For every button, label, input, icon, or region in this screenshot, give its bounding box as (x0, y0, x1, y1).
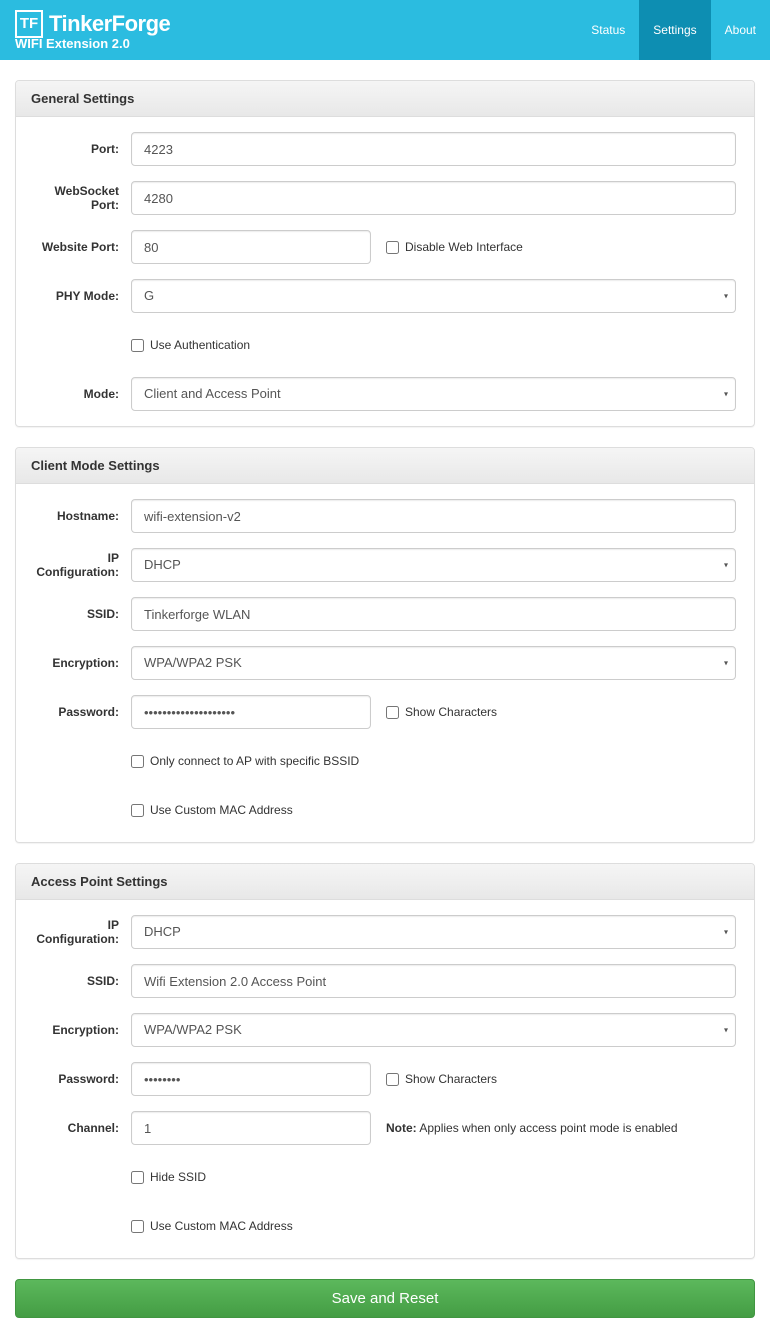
brand: TF TinkerForge WIFI Extension 2.0 (15, 6, 170, 55)
client-ssid-input[interactable] (131, 597, 736, 631)
port-input[interactable] (131, 132, 736, 166)
brand-subtitle: WIFI Extension 2.0 (15, 36, 170, 51)
navbar: TF TinkerForge WIFI Extension 2.0 Status… (0, 0, 770, 60)
only-connect-bssid-label: Only connect to AP with specific BSSID (150, 754, 359, 768)
client-show-chars-label: Show Characters (405, 705, 497, 719)
hide-ssid-checkbox[interactable] (131, 1171, 144, 1184)
mode-select[interactable]: Client and Access Point (131, 377, 736, 411)
client-encryption-label: Encryption: (26, 656, 131, 670)
general-settings-heading: General Settings (16, 81, 754, 117)
disable-web-checkbox-group[interactable]: Disable Web Interface (386, 240, 523, 254)
mode-label: Mode: (26, 387, 131, 401)
ap-ip-config-select[interactable]: DHCP (131, 915, 736, 949)
ap-show-chars-group[interactable]: Show Characters (386, 1072, 497, 1086)
hide-ssid-label: Hide SSID (150, 1170, 206, 1184)
ap-password-input[interactable] (131, 1062, 371, 1096)
client-mode-heading: Client Mode Settings (16, 448, 754, 484)
only-connect-bssid-checkbox[interactable] (131, 755, 144, 768)
ap-ssid-label: SSID: (26, 974, 131, 988)
client-mode-panel: Client Mode Settings Hostname: IP Config… (15, 447, 755, 843)
websocket-port-label: WebSocket Port: (26, 184, 131, 212)
port-label: Port: (26, 142, 131, 156)
hide-ssid-group[interactable]: Hide SSID (131, 1170, 206, 1184)
nav-items: Status Settings About (577, 0, 770, 60)
ap-encryption-label: Encryption: (26, 1023, 131, 1037)
website-port-label: Website Port: (26, 240, 131, 254)
ap-custom-mac-group[interactable]: Use Custom MAC Address (131, 1219, 293, 1233)
ap-custom-mac-label: Use Custom MAC Address (150, 1219, 293, 1233)
ap-channel-input[interactable] (131, 1111, 371, 1145)
ap-show-chars-label: Show Characters (405, 1072, 497, 1086)
client-show-chars-checkbox[interactable] (386, 706, 399, 719)
nav-about[interactable]: About (711, 0, 770, 60)
ap-ip-config-label: IP Configuration: (26, 918, 131, 946)
client-custom-mac-group[interactable]: Use Custom MAC Address (131, 803, 293, 817)
save-reset-button[interactable]: Save and Reset (15, 1279, 755, 1318)
websocket-port-input[interactable] (131, 181, 736, 215)
brand-name: TinkerForge (49, 11, 170, 37)
general-settings-panel: General Settings Port: WebSocket Port: W… (15, 80, 755, 427)
client-password-label: Password: (26, 705, 131, 719)
ap-encryption-select[interactable]: WPA/WPA2 PSK (131, 1013, 736, 1047)
ap-settings-heading: Access Point Settings (16, 864, 754, 900)
client-password-input[interactable] (131, 695, 371, 729)
ap-ssid-input[interactable] (131, 964, 736, 998)
client-ip-config-label: IP Configuration: (26, 551, 131, 579)
tf-logo-icon: TF (15, 10, 43, 38)
use-auth-checkbox[interactable] (131, 339, 144, 352)
ap-custom-mac-checkbox[interactable] (131, 1220, 144, 1233)
ap-channel-note: Note: Applies when only access point mod… (386, 1121, 678, 1135)
client-encryption-select[interactable]: WPA/WPA2 PSK (131, 646, 736, 680)
use-auth-label: Use Authentication (150, 338, 250, 352)
phy-mode-label: PHY Mode: (26, 289, 131, 303)
phy-mode-select[interactable]: G (131, 279, 736, 313)
client-custom-mac-label: Use Custom MAC Address (150, 803, 293, 817)
ap-channel-label: Channel: (26, 1121, 131, 1135)
hostname-label: Hostname: (26, 509, 131, 523)
ap-show-chars-checkbox[interactable] (386, 1073, 399, 1086)
only-connect-bssid-group[interactable]: Only connect to AP with specific BSSID (131, 754, 359, 768)
disable-web-label: Disable Web Interface (405, 240, 523, 254)
ap-password-label: Password: (26, 1072, 131, 1086)
nav-status[interactable]: Status (577, 0, 639, 60)
hostname-input[interactable] (131, 499, 736, 533)
website-port-input[interactable] (131, 230, 371, 264)
use-auth-checkbox-group[interactable]: Use Authentication (131, 338, 250, 352)
disable-web-checkbox[interactable] (386, 241, 399, 254)
client-ip-config-select[interactable]: DHCP (131, 548, 736, 582)
client-custom-mac-checkbox[interactable] (131, 804, 144, 817)
client-show-chars-group[interactable]: Show Characters (386, 705, 497, 719)
ap-settings-panel: Access Point Settings IP Configuration: … (15, 863, 755, 1259)
client-ssid-label: SSID: (26, 607, 131, 621)
nav-settings[interactable]: Settings (639, 0, 710, 60)
